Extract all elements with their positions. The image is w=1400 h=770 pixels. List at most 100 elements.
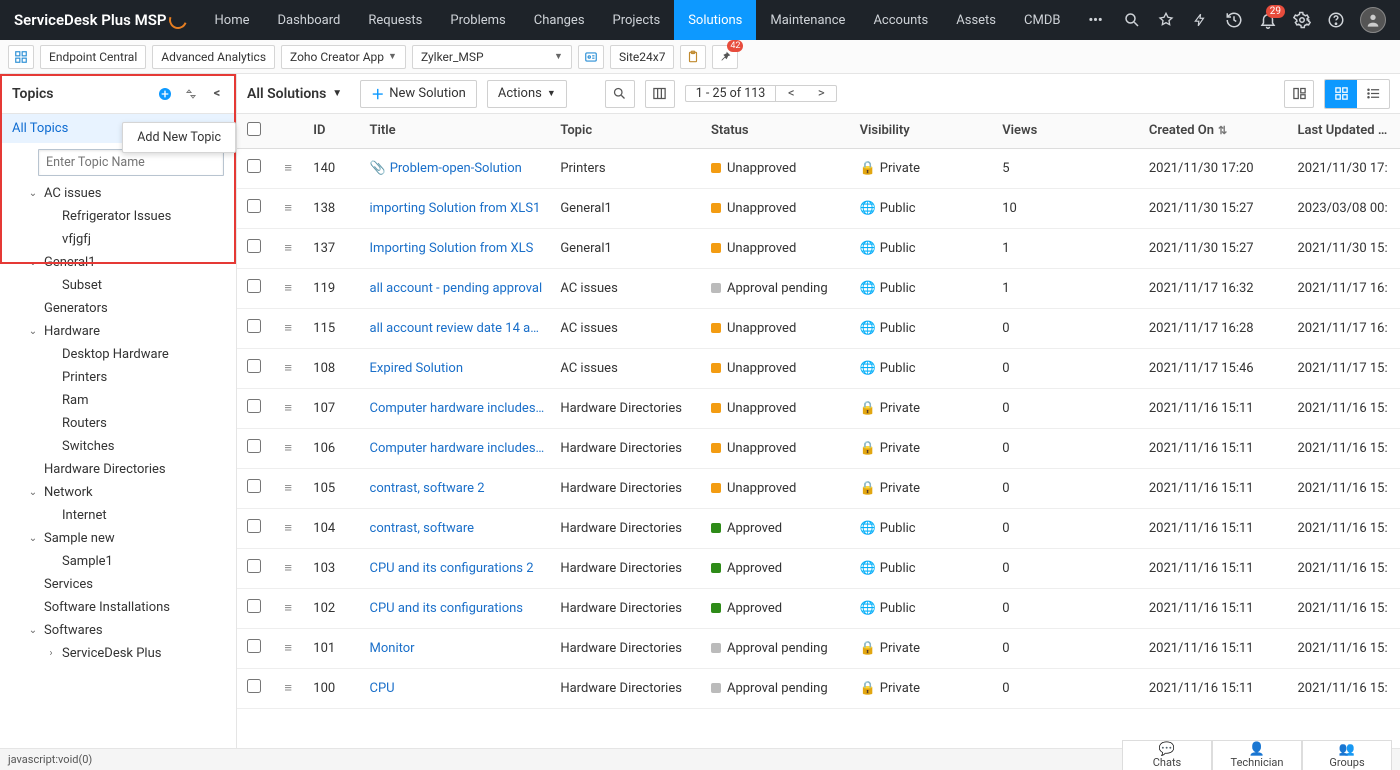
chevron-down-icon[interactable]: ⌄ (22, 625, 44, 636)
cell-title[interactable]: contrast, software (362, 508, 553, 548)
col-id[interactable]: ID (305, 114, 361, 148)
tab-technician[interactable]: 👤Technician (1212, 740, 1302, 770)
nav-requests[interactable]: Requests (354, 0, 436, 40)
topic-generators[interactable]: Generators (0, 297, 236, 320)
col-topic[interactable]: Topic (552, 114, 703, 148)
col-views[interactable]: Views (994, 114, 1141, 148)
drag-handle-icon[interactable]: ≡ (271, 188, 305, 228)
topic-hardware-directories[interactable]: Hardware Directories (0, 458, 236, 481)
account-select[interactable]: Zylker_MSP▼ (412, 45, 572, 69)
list-view-button[interactable] (1357, 80, 1389, 108)
pager-prev[interactable]: < (776, 86, 806, 101)
cell-title[interactable]: all account review date 14 aug 2... (362, 308, 553, 348)
cell-title[interactable]: Monitor (362, 628, 553, 668)
topic-ac-issues[interactable]: ⌄AC issues (0, 182, 236, 205)
chevron-down-icon[interactable]: ⌄ (22, 188, 44, 199)
cell-title[interactable]: CPU (362, 668, 553, 708)
row-checkbox[interactable] (247, 599, 261, 613)
row-checkbox[interactable] (247, 359, 261, 373)
row-checkbox[interactable] (247, 639, 261, 653)
drag-handle-icon[interactable]: ≡ (271, 668, 305, 708)
nav-projects[interactable]: Projects (599, 0, 675, 40)
bell-icon[interactable]: 29 (1258, 10, 1278, 30)
row-checkbox[interactable] (247, 479, 261, 493)
topic-subset[interactable]: Subset (0, 274, 236, 297)
drag-handle-icon[interactable]: ≡ (271, 308, 305, 348)
chevron-down-icon[interactable]: ⌄ (22, 533, 44, 544)
nav-home[interactable]: Home (201, 0, 264, 40)
drag-handle-icon[interactable]: ≡ (271, 628, 305, 668)
advanced-analytics-button[interactable]: Advanced Analytics (152, 45, 275, 69)
nav-maintenance[interactable]: Maintenance (756, 0, 859, 40)
drag-handle-icon[interactable]: ≡ (271, 228, 305, 268)
drag-handle-icon[interactable]: ≡ (271, 548, 305, 588)
endpoint-central-button[interactable]: Endpoint Central (40, 45, 146, 69)
col-created[interactable]: Created On⇅ (1141, 114, 1290, 148)
nav-assets[interactable]: Assets (942, 0, 1010, 40)
col-updated[interactable]: Last Updated On (1289, 114, 1400, 148)
cell-title[interactable]: contrast, software 2 (362, 468, 553, 508)
site24x7-button[interactable]: Site24x7 (610, 45, 675, 69)
drag-handle-icon[interactable]: ≡ (271, 588, 305, 628)
cell-title[interactable]: CPU and its configurations 2 (362, 548, 553, 588)
row-checkbox[interactable] (247, 159, 261, 173)
nav-problems[interactable]: Problems (436, 0, 519, 40)
nav-dashboard[interactable]: Dashboard (263, 0, 354, 40)
topic-sample-new[interactable]: ⌄Sample new (0, 527, 236, 550)
search-icon[interactable] (1122, 10, 1142, 30)
drag-handle-icon[interactable]: ≡ (271, 508, 305, 548)
history-icon[interactable] (1224, 10, 1244, 30)
cell-title[interactable]: Computer hardware includes the... (362, 428, 553, 468)
clipboard-icon[interactable] (680, 45, 706, 69)
topic-routers[interactable]: Routers (0, 412, 236, 435)
col-visibility[interactable]: Visibility (852, 114, 995, 148)
collapse-sidebar-icon[interactable]: < (206, 83, 228, 105)
drag-handle-icon[interactable]: ≡ (271, 468, 305, 508)
avatar[interactable] (1360, 7, 1386, 33)
row-checkbox[interactable] (247, 679, 261, 693)
solutions-table-wrap[interactable]: ID Title Topic Status Visibility Views C… (237, 114, 1400, 748)
col-status[interactable]: Status (703, 114, 852, 148)
row-checkbox[interactable] (247, 279, 261, 293)
col-title[interactable]: Title (362, 114, 553, 148)
chevron-down-icon[interactable]: ⌄ (22, 257, 44, 268)
cell-title[interactable]: Computer hardware includes the... (362, 388, 553, 428)
cell-title[interactable]: CPU and its configurations (362, 588, 553, 628)
search-button[interactable] (605, 80, 635, 108)
grid-view-button[interactable] (1325, 80, 1357, 108)
topic-sample1[interactable]: Sample1 (0, 550, 236, 573)
row-checkbox[interactable] (247, 439, 261, 453)
topic-desktop-hardware[interactable]: Desktop Hardware (0, 343, 236, 366)
tab-chats[interactable]: 💬Chats (1122, 740, 1212, 770)
row-checkbox[interactable] (247, 559, 261, 573)
layout-button[interactable] (1284, 80, 1314, 108)
add-topic-icon[interactable] (154, 83, 176, 105)
drag-handle-icon[interactable]: ≡ (271, 388, 305, 428)
select-all-checkbox[interactable] (247, 122, 261, 136)
actions-button[interactable]: Actions ▼ (487, 80, 567, 108)
tab-groups[interactable]: 👥Groups (1302, 740, 1392, 770)
cell-title[interactable]: Expired Solution (362, 348, 553, 388)
chevron-down-icon[interactable]: ⌄ (22, 487, 44, 498)
row-checkbox[interactable] (247, 519, 261, 533)
drag-handle-icon[interactable]: ≡ (271, 268, 305, 308)
bolt-icon[interactable] (1190, 10, 1210, 30)
pager-next[interactable]: > (806, 86, 836, 101)
new-solution-button[interactable]: ＋ New Solution (360, 80, 477, 108)
column-settings-button[interactable] (645, 80, 675, 108)
row-checkbox[interactable] (247, 239, 261, 253)
app-switcher-icon[interactable] (8, 45, 34, 69)
topic-ram[interactable]: Ram (0, 389, 236, 412)
chevron-down-icon[interactable]: ⌄ (22, 326, 44, 337)
drag-handle-icon[interactable]: ≡ (271, 428, 305, 468)
row-checkbox[interactable] (247, 319, 261, 333)
cell-title[interactable]: 📎Problem-open-Solution (362, 148, 553, 188)
cell-title[interactable]: Importing Solution from XLS (362, 228, 553, 268)
topic-general1[interactable]: ⌄General1 (0, 251, 236, 274)
new-topic-input[interactable] (38, 149, 224, 176)
nav-accounts[interactable]: Accounts (859, 0, 942, 40)
view-selector[interactable]: All Solutions ▼ (247, 86, 350, 102)
cell-title[interactable]: importing Solution from XLS1 (362, 188, 553, 228)
cell-title[interactable]: all account - pending approval (362, 268, 553, 308)
topic-hardware[interactable]: ⌄Hardware (0, 320, 236, 343)
